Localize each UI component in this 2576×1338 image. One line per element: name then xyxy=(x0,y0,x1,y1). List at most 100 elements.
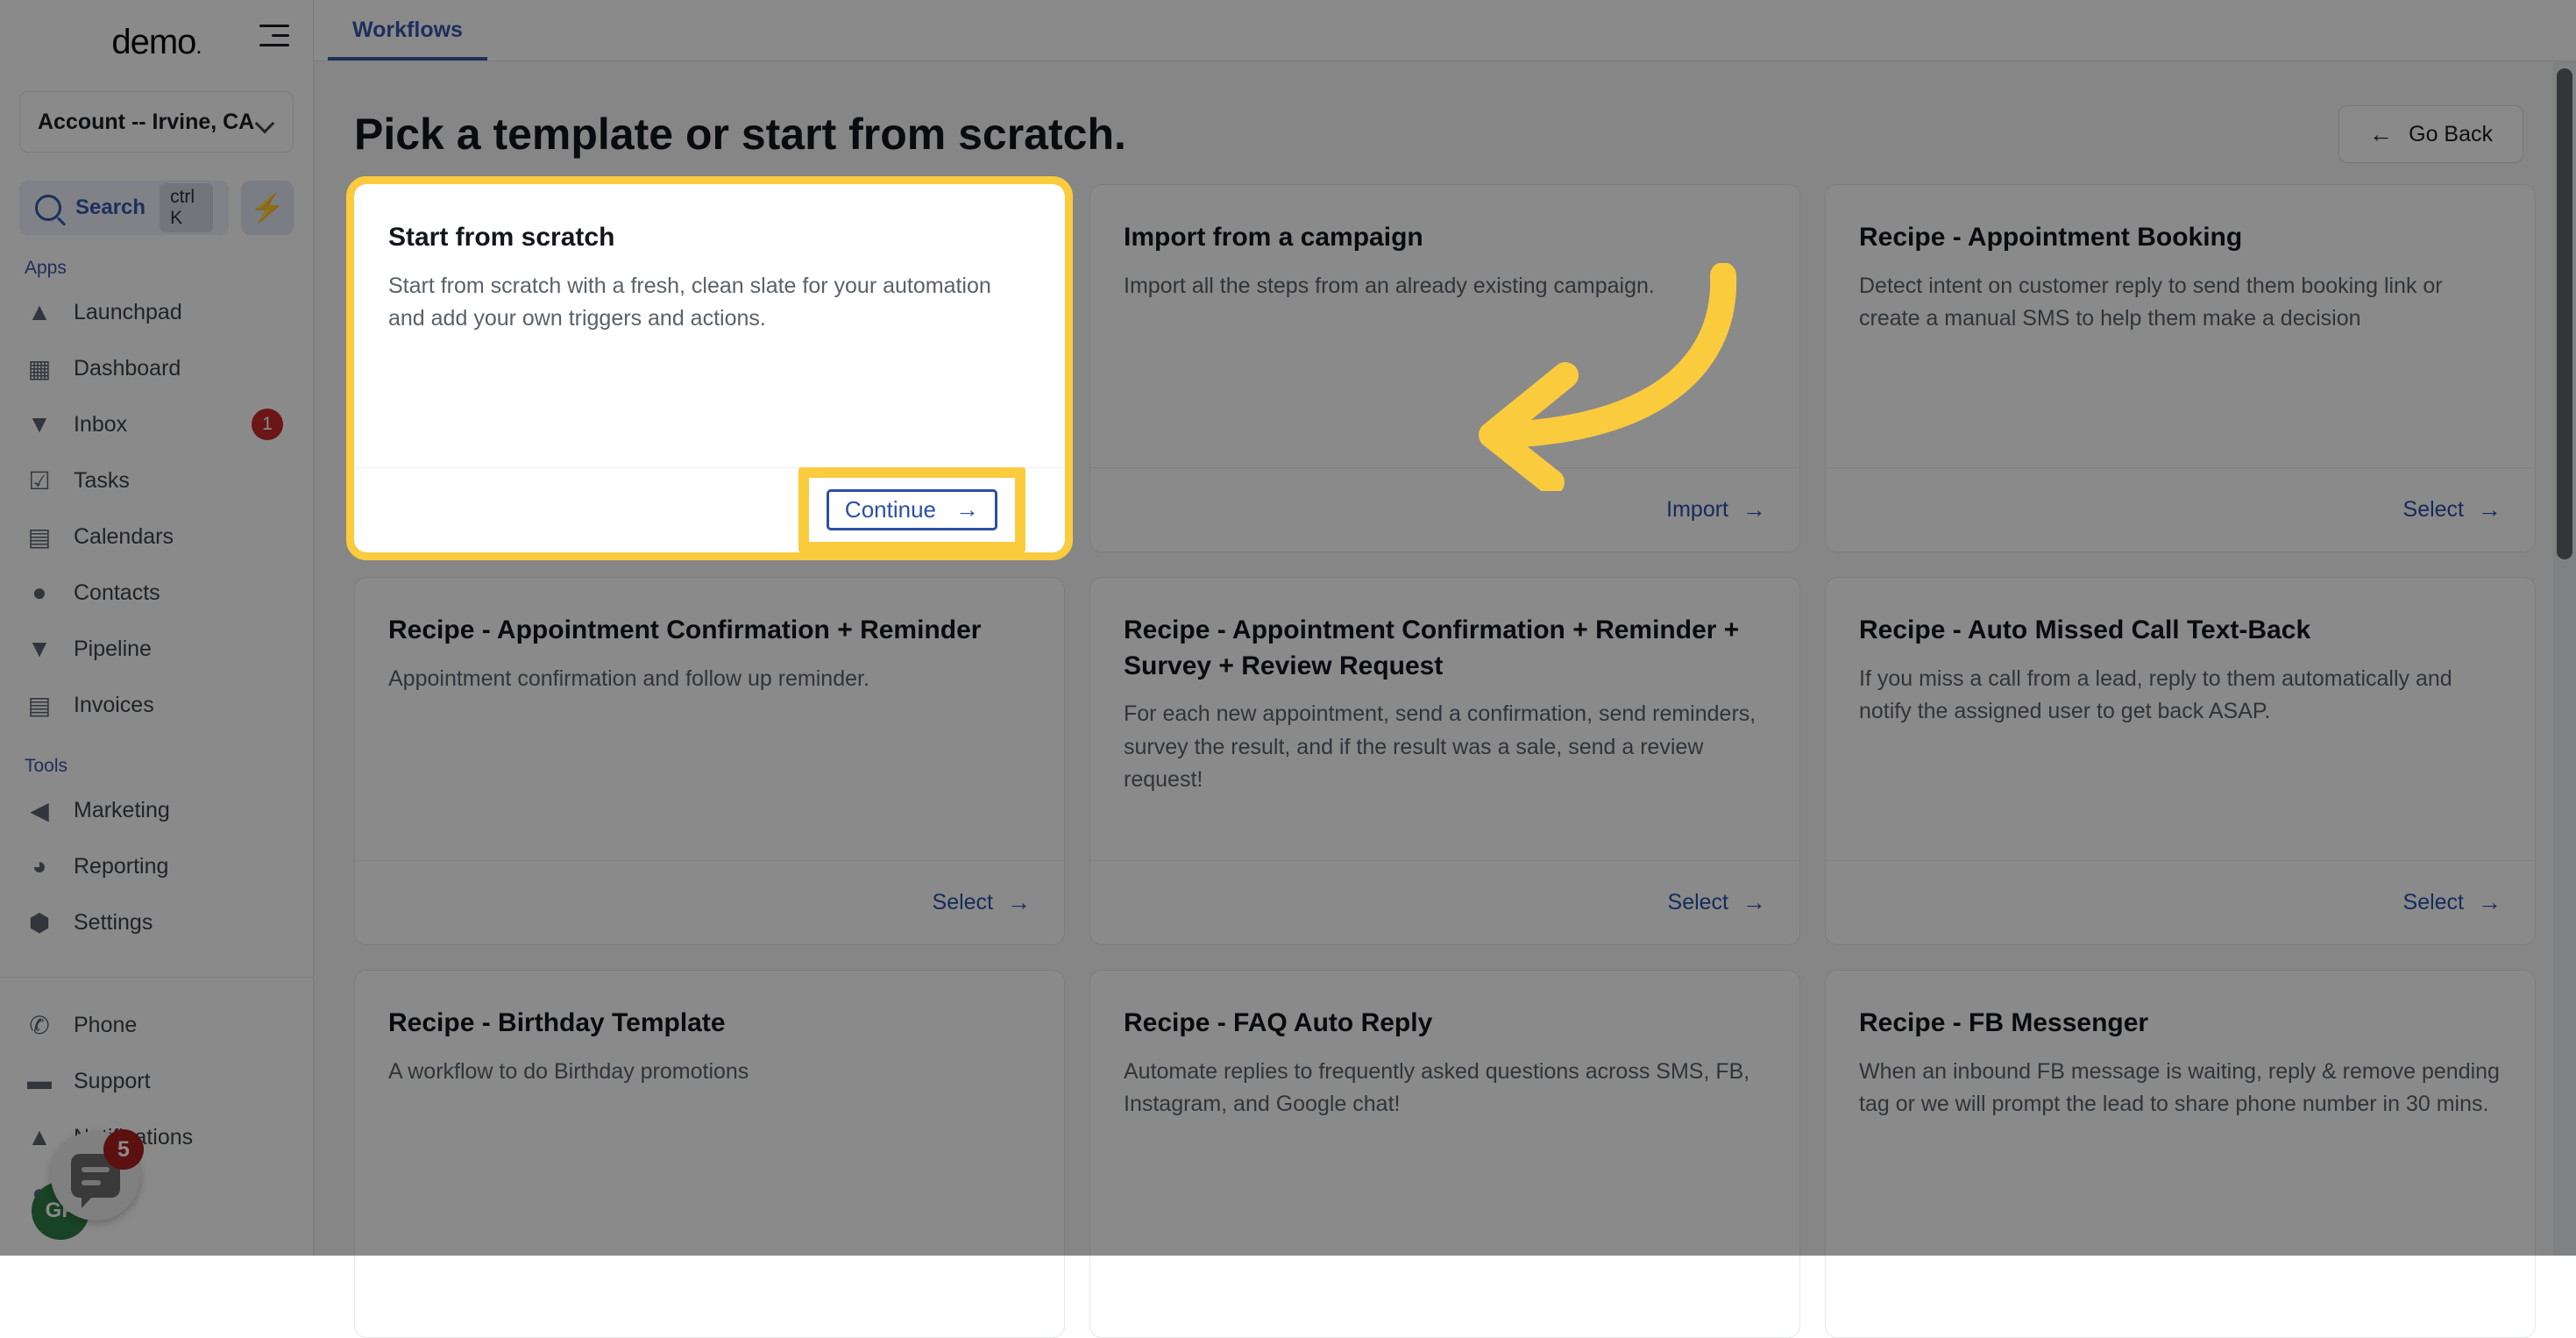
account-selector-label: Account -- Irvine, CA xyxy=(38,110,254,135)
apps-section: Apps ▲Launchpad▦Dashboard▼Inbox1☑Tasks▤C… xyxy=(0,258,313,733)
template-card-body: Import from a campaignImport all the ste… xyxy=(1090,185,1799,467)
sidebar-item-label: Pipeline xyxy=(74,637,152,662)
sidebar-divider xyxy=(0,977,313,978)
template-card-description: Detect intent on customer reply to send … xyxy=(1859,270,2501,336)
template-card[interactable]: Recipe - Appointment Confirmation + Remi… xyxy=(354,577,1065,945)
tools-nav-list: ◀ Marketing ◕Reporting⬢Settings xyxy=(0,782,313,950)
continue-button-inner: Continue→ xyxy=(827,489,997,530)
template-card-title: Recipe - FAQ Auto Reply xyxy=(1124,1006,1766,1042)
template-card-footer: Select → xyxy=(1826,467,2535,552)
template-card-footer: Select→ xyxy=(1090,860,1799,944)
template-card-action-label: Select xyxy=(933,890,993,915)
apps-section-label: Apps xyxy=(0,258,313,279)
template-card[interactable]: Recipe - Appointment BookingDetect inten… xyxy=(1825,184,2536,552)
template-card-action-select[interactable]: Select → xyxy=(933,889,1031,916)
sidebar-item-notifications[interactable]: ▲Notifications xyxy=(0,1109,313,1165)
template-card-action-label: Select xyxy=(2403,890,2464,915)
chat-widget-button[interactable]: 5 xyxy=(51,1131,140,1221)
search-input[interactable]: Search ctrl K xyxy=(19,181,229,235)
template-card-description: A workflow to do Birthday promotions xyxy=(388,1056,1031,1089)
template-card[interactable]: Import from a campaignImport all the ste… xyxy=(1089,184,1800,552)
app-logo-text: demo xyxy=(111,23,195,61)
lightning-bolt-icon: ⚡ xyxy=(250,194,285,222)
continue-button[interactable]: Continue→ xyxy=(809,478,1015,542)
app-logo-dot: . xyxy=(195,32,201,59)
sidebar-item-label: Tasks xyxy=(74,468,130,494)
arrow-right-icon: → xyxy=(1007,889,1031,916)
template-card[interactable]: Recipe - Appointment Confirmation + Remi… xyxy=(1089,577,1800,945)
sidebar-item-label: Dashboard xyxy=(74,356,181,381)
sidebar-item-invoices[interactable]: ▤ Invoices xyxy=(0,677,313,733)
template-card-title: Recipe - Appointment Confirmation + Remi… xyxy=(388,613,1031,649)
invoice-icon: ▤ xyxy=(25,690,54,720)
template-card[interactable]: Recipe - FB MessengerWhen an inbound FB … xyxy=(1825,970,2536,1338)
template-card-description: When an inbound FB message is waiting, r… xyxy=(1859,1056,2501,1121)
tab-workflows[interactable]: Workflows xyxy=(328,18,487,60)
phone-icon: ✆ xyxy=(25,1010,54,1040)
apps-nav-list: ▲ Launchpad ▦Dashboard▼Inbox1 ☑ Tasks ▤Calend… xyxy=(0,284,313,733)
tab-bar: Workflows xyxy=(314,0,2576,61)
template-card[interactable]: Recipe - Birthday TemplateA workflow to … xyxy=(354,970,1065,1338)
template-card-action-select[interactable]: Select→ xyxy=(1668,889,1766,916)
sidebar-item-label: Marketing xyxy=(74,798,170,823)
rocket-icon: ▲ xyxy=(25,297,54,327)
main-area: Workflows Pick a template or start from … xyxy=(314,0,2576,1256)
template-card-title: Recipe - Auto Missed Call Text-Back xyxy=(1859,613,2501,649)
content-header: Pick a template or start from scratch. ←… xyxy=(314,61,2576,184)
tools-section: Tools ◀Marketing◕Reporting⬢Settings xyxy=(0,756,313,950)
template-card-description: If you miss a call from a lead, reply to… xyxy=(1859,663,2501,729)
template-card-action-label: Select xyxy=(2403,497,2464,523)
template-card-body: Start from scratchStart from scratch wit… xyxy=(355,185,1064,467)
continue-highlight-box: Continue→ xyxy=(798,467,1025,552)
template-card[interactable]: Recipe - Auto Missed Call Text-Back If yo… xyxy=(1825,577,2536,945)
inbox-icon: ▼ xyxy=(25,409,54,439)
sidebar-item-label: Reporting xyxy=(74,854,168,879)
template-card-body: Recipe - Birthday TemplateA workflow to … xyxy=(355,971,1064,1337)
sidebar-item-tasks[interactable]: ☑ Tasks xyxy=(0,452,313,509)
template-card-body: Recipe - Appointment BookingDetect inten… xyxy=(1826,185,2535,467)
template-card-action-select[interactable]: Select → xyxy=(2403,496,2501,523)
sidebar-item-pipeline[interactable]: ▼Pipeline xyxy=(0,621,313,677)
search-shortcut: ctrl K xyxy=(160,183,213,232)
chat-line-2 xyxy=(82,1180,101,1185)
sidebar-item-contacts[interactable]: ● Contacts xyxy=(0,565,313,621)
sidebar-item-launchpad[interactable]: ▲ Launchpad xyxy=(0,284,313,340)
template-card-body: Recipe - FAQ Auto ReplyAutomate replies … xyxy=(1090,971,1799,1337)
hamburger-menu-icon[interactable] xyxy=(259,25,289,47)
sidebar-item-dashboard[interactable]: ▦Dashboard xyxy=(0,340,313,396)
page-title: Pick a template or start from scratch. xyxy=(354,109,1126,160)
arrow-right-icon: → xyxy=(2478,496,2501,523)
sidebar-item-label: Launchpad xyxy=(74,300,182,325)
sidebar-item-reporting[interactable]: ◕Reporting xyxy=(0,838,313,894)
sidebar-item-inbox[interactable]: ▼Inbox1 xyxy=(0,396,313,452)
template-card-body: Recipe - Appointment Confirmation + Remi… xyxy=(1090,578,1799,860)
clipboard-check-icon: ☑ xyxy=(25,466,54,495)
megaphone-icon: ◀ xyxy=(25,795,54,825)
calendar-icon: ▤ xyxy=(25,522,54,552)
template-card[interactable]: Recipe - FAQ Auto ReplyAutomate replies … xyxy=(1089,970,1800,1338)
template-card-footer: Import→ xyxy=(1090,467,1799,552)
scrollbar-thumb[interactable] xyxy=(2557,68,2572,559)
chevron-down-icon xyxy=(256,117,275,127)
template-card-action-select[interactable]: Select → xyxy=(2403,889,2501,916)
sidebar-item-badge: 1 xyxy=(252,409,283,440)
template-card[interactable]: Start from scratchStart from scratch wit… xyxy=(354,184,1065,552)
sidebar-item-phone[interactable]: ✆Phone xyxy=(0,997,313,1053)
template-card-body: Recipe - Appointment Confirmation + Remi… xyxy=(355,578,1064,860)
sidebar-item-support[interactable]: ▬Support xyxy=(0,1053,313,1109)
quick-action-button[interactable]: ⚡ xyxy=(241,181,294,235)
gear-icon: ⬢ xyxy=(25,907,54,937)
sidebar-item-label: Invoices xyxy=(74,693,154,718)
template-card-footer: Select → xyxy=(355,860,1064,944)
person-icon: ● xyxy=(25,578,54,608)
template-card-title: Recipe - Appointment Confirmation + Remi… xyxy=(1124,613,1766,684)
sidebar-item-settings[interactable]: ⬢Settings xyxy=(0,894,313,950)
arrow-right-icon: → xyxy=(2478,889,2501,916)
sidebar-item-marketing[interactable]: ◀ Marketing xyxy=(0,782,313,838)
sidebar-item-label: Contacts xyxy=(74,580,160,606)
go-back-button[interactable]: ← Go Back xyxy=(2338,105,2523,163)
sidebar-item-label: Support xyxy=(74,1069,151,1094)
template-card-action-import[interactable]: Import→ xyxy=(1666,496,1766,523)
account-selector[interactable]: Account -- Irvine, CA xyxy=(19,91,294,153)
sidebar-item-calendars[interactable]: ▤Calendars xyxy=(0,509,313,565)
